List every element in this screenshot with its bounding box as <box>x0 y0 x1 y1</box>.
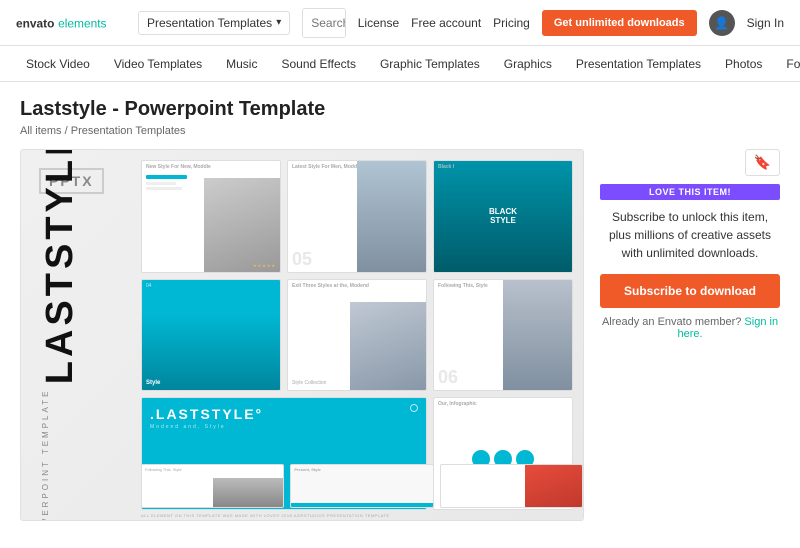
slide-card-3: Black I BLACKSTYLE <box>433 160 573 273</box>
free-account-link[interactable]: Free account <box>411 16 481 30</box>
bookmark-area: 🔖 <box>600 149 780 176</box>
nav-photos[interactable]: Photos <box>715 49 772 79</box>
page-content: Laststyle - Powerpoint Template All item… <box>0 82 800 537</box>
vertical-text-container: LASTSTYLE POWERPOINT TEMPLATE <box>41 150 79 520</box>
svg-text:envato: envato <box>16 16 54 30</box>
nav-fonts[interactable]: Fonts <box>776 49 800 79</box>
nav-music[interactable]: Music <box>216 49 267 79</box>
nav-presentation-templates[interactable]: Presentation Templates <box>566 49 711 79</box>
bottom-slides-row: Following This, Style Present, Style <box>141 464 583 508</box>
search-input[interactable] <box>303 9 346 37</box>
get-unlimited-button[interactable]: Get unlimited downloads <box>542 10 697 36</box>
nav-graphics[interactable]: Graphics <box>494 49 562 79</box>
search-bar: 🔍 <box>302 8 346 38</box>
slide-card-6: 04 Style <box>141 279 281 392</box>
subscribe-description: Subscribe to unlock this item, plus mill… <box>600 208 780 262</box>
svg-text:elements: elements <box>58 16 106 30</box>
nav-sound-effects[interactable]: Sound Effects <box>271 49 366 79</box>
chevron-down-icon: ▾ <box>276 17 281 28</box>
slides-grid: New Style For New, Moddie ★★★★★ Latest S… <box>141 160 573 510</box>
template-dropdown[interactable]: Presentation Templates ▾ <box>138 11 290 35</box>
nav-stock-video[interactable]: Stock Video <box>16 49 100 79</box>
vertical-main-text: LASTSTYLE <box>41 150 79 384</box>
pricing-link[interactable]: Pricing <box>493 16 530 30</box>
nav-graphic-templates[interactable]: Graphic Templates <box>370 49 490 79</box>
vertical-sub-text: POWERPOINT TEMPLATE <box>41 388 50 520</box>
subscribe-button[interactable]: Subscribe to download <box>600 274 780 308</box>
main-layout: PPTX LASTSTYLE POWERPOINT TEMPLATE New S… <box>20 149 780 521</box>
nav-video-templates[interactable]: Video Templates <box>104 49 212 79</box>
top-header: envato elements Presentation Templates ▾… <box>0 0 800 46</box>
logo[interactable]: envato elements <box>16 11 126 35</box>
breadcrumb: All items / Presentation Templates <box>20 125 780 137</box>
nav-bar: Stock Video Video Templates Music Sound … <box>0 46 800 82</box>
header-links: License Free account Pricing <box>358 16 530 30</box>
user-avatar[interactable]: 👤 <box>709 10 735 36</box>
bookmark-button[interactable]: 🔖 <box>745 149 780 176</box>
breadcrumb-category[interactable]: Presentation Templates <box>71 125 186 137</box>
love-badge: LOVE THIS ITEM! <box>600 184 780 200</box>
sidebar: 🔖 LOVE THIS ITEM! Subscribe to unlock th… <box>600 149 780 521</box>
already-member-text: Already an Envato member? Sign in here. <box>600 316 780 340</box>
preview-footer-note: ALL ELEMENT ON THIS TEMPLATE WAS MADE WI… <box>141 513 390 518</box>
license-link[interactable]: License <box>358 16 399 30</box>
slide-card-2: Latest Style For Men, Moddie 05 <box>287 160 427 273</box>
signin-link[interactable]: Sign In <box>747 16 784 30</box>
preview-area: PPTX LASTSTYLE POWERPOINT TEMPLATE New S… <box>20 149 584 521</box>
slide-card-1: New Style For New, Moddie ★★★★★ <box>141 160 281 273</box>
page-title: Laststyle - Powerpoint Template <box>20 98 780 121</box>
preview-inner: PPTX LASTSTYLE POWERPOINT TEMPLATE New S… <box>21 150 583 520</box>
breadcrumb-all-items[interactable]: All items <box>20 125 62 137</box>
slide-card-4: Exit Three Styles at the, Modend Style C… <box>287 279 427 392</box>
slide-card-5: Following This, Style 06 <box>433 279 573 392</box>
